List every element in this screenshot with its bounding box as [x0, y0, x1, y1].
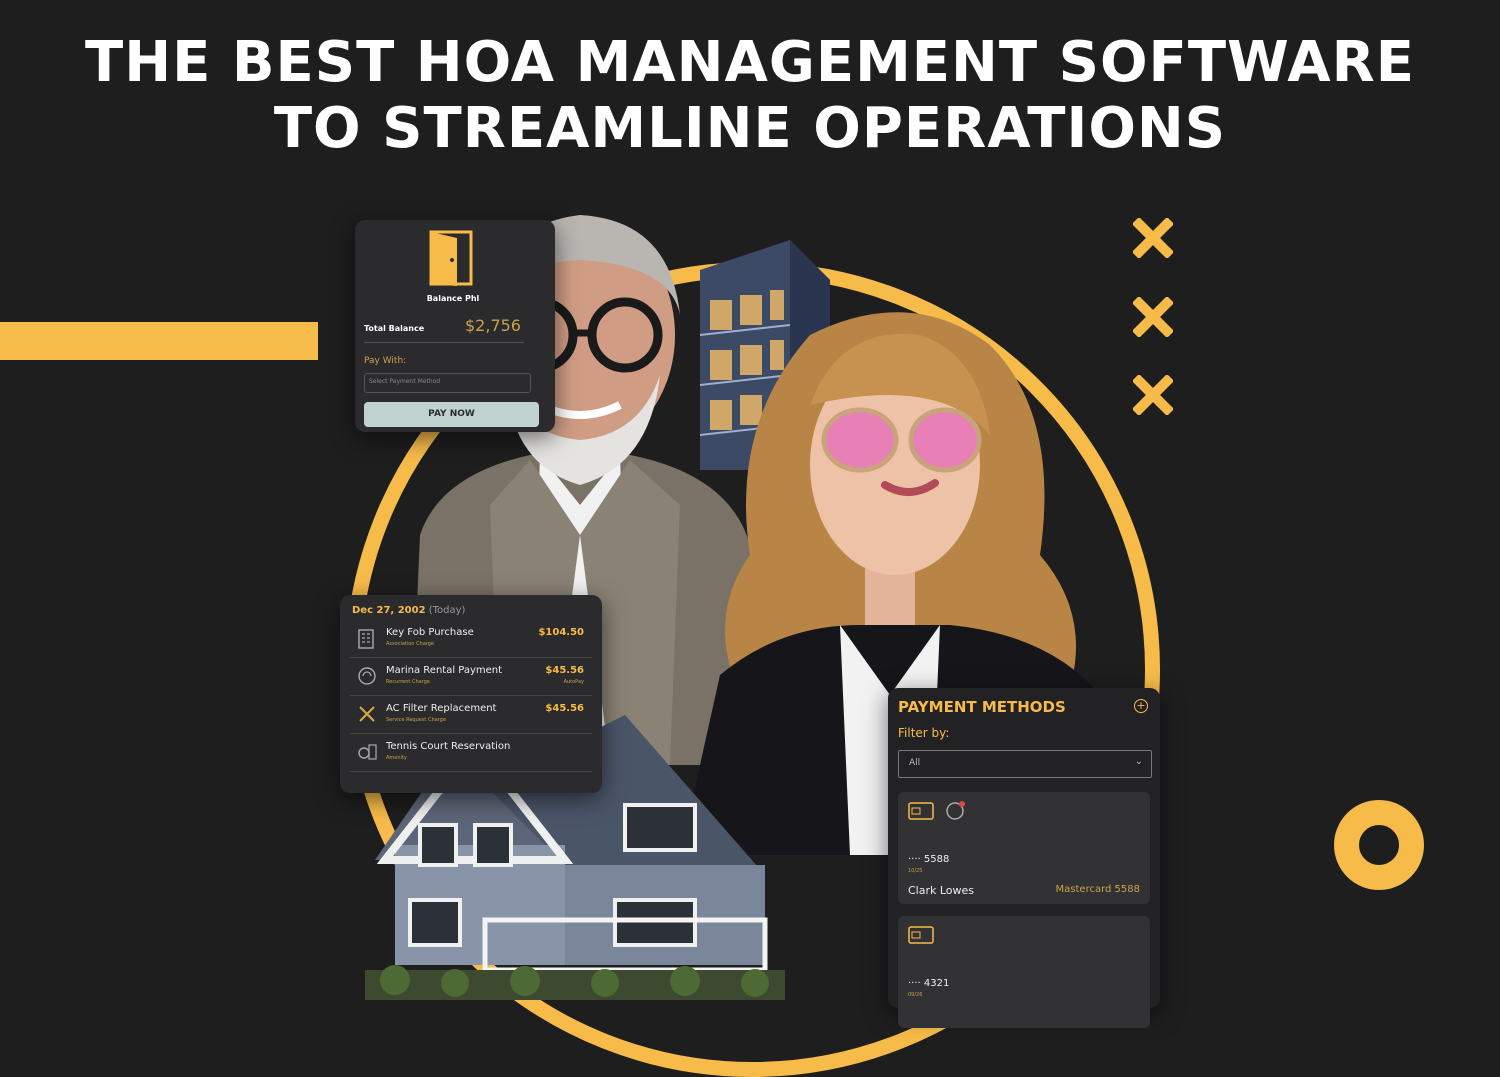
transaction-subtitle: Service Request Charge: [386, 717, 446, 723]
title-line-2: TO STREAMLINE OPERATIONS: [273, 96, 1227, 161]
payment-methods-title: PAYMENT METHODS: [898, 698, 1066, 716]
cross-icon: [1133, 218, 1173, 258]
transactions-date-header: Dec 27, 2002 (Today): [352, 605, 465, 616]
page-title: THE BEST HOA MANAGEMENT SOFTWARE TO STRE…: [0, 30, 1500, 162]
title-line-1: THE BEST HOA MANAGEMENT SOFTWARE: [85, 30, 1415, 95]
payment-method-select[interactable]: Select Payment Method: [364, 373, 531, 393]
cross-icon: [1133, 297, 1173, 337]
transaction-row[interactable]: Key Fob Purchase Association Charge $104.5…: [350, 621, 592, 658]
divider: [364, 342, 524, 343]
recurring-icon: [358, 667, 376, 685]
transaction-subtitle: Amenity: [386, 755, 407, 761]
card-brand: Mastercard 5588: [1055, 884, 1140, 895]
building-icon: [358, 629, 374, 649]
card-expiry: 10/25: [908, 868, 923, 874]
cross-icon: [1133, 375, 1173, 415]
filter-value: All: [909, 758, 921, 768]
account-name: Balance Phl: [426, 294, 480, 303]
pay-now-button[interactable]: PAY NOW: [364, 402, 539, 427]
door-icon: [429, 230, 473, 286]
transactions-date-suffix: (Today): [428, 605, 466, 616]
transaction-title: Tennis Court Reservation: [386, 741, 511, 752]
accent-ring-small: [1334, 800, 1424, 890]
accent-bar: [0, 322, 318, 360]
transaction-note: AutoPay: [563, 679, 584, 685]
payment-method-card[interactable]: ···· 4321 09/26: [898, 916, 1150, 1028]
card-masked-number: ···· 4321: [908, 978, 950, 989]
transaction-subtitle: Recurrent Charge: [386, 679, 430, 685]
transaction-title: AC Filter Replacement: [386, 703, 497, 714]
total-balance-value: $2,756: [465, 316, 521, 335]
transactions-date: Dec 27, 2002: [352, 605, 426, 616]
chevron-down-icon: ⌄: [1134, 756, 1143, 767]
transaction-title: Marina Rental Payment: [386, 665, 503, 676]
credit-card-icon: [908, 926, 934, 944]
card-expiry: 09/26: [908, 992, 923, 998]
filter-label: Filter by:: [898, 726, 950, 740]
total-balance-label: Total Balance: [364, 324, 425, 333]
refresh-icon: [946, 801, 965, 820]
add-payment-method-icon[interactable]: +: [1134, 699, 1148, 713]
transaction-amount: $45.56: [545, 665, 584, 676]
transaction-subtitle: Association Charge: [386, 641, 435, 647]
transaction-row[interactable]: Marina Rental Payment Recurrent Charge $45…: [350, 659, 592, 696]
transaction-amount: $104.50: [538, 627, 584, 638]
pay-with-label: Pay With:: [364, 356, 407, 366]
transaction-row[interactable]: Tennis Court Reservation Amenity: [350, 735, 592, 772]
payment-method-card[interactable]: ···· 5588 10/25 Clark Lowes Mastercard 5588: [898, 792, 1150, 904]
tennis-icon: [358, 744, 377, 760]
balance-card: Balance Phl Total Balance $2,756 Pay Wit…: [355, 220, 555, 432]
transaction-row[interactable]: AC Filter Replacement Service Request Cha…: [350, 697, 592, 734]
transactions-card: Dec 27, 2002 (Today) Key Fob Purchase Ass…: [340, 595, 602, 793]
payment-method-placeholder: Select Payment Method: [369, 378, 441, 385]
transaction-title: Key Fob Purchase: [386, 627, 474, 638]
card-holder: Clark Lowes: [908, 884, 975, 897]
card-masked-number: ···· 5588: [908, 854, 950, 865]
filter-select[interactable]: All ⌄: [898, 750, 1152, 778]
payment-methods-card: PAYMENT METHODS + Filter by: All ⌄ ···· …: [888, 688, 1160, 1028]
transaction-amount: $45.56: [545, 703, 584, 714]
tools-icon: [359, 706, 375, 722]
credit-card-icon: [908, 802, 934, 820]
